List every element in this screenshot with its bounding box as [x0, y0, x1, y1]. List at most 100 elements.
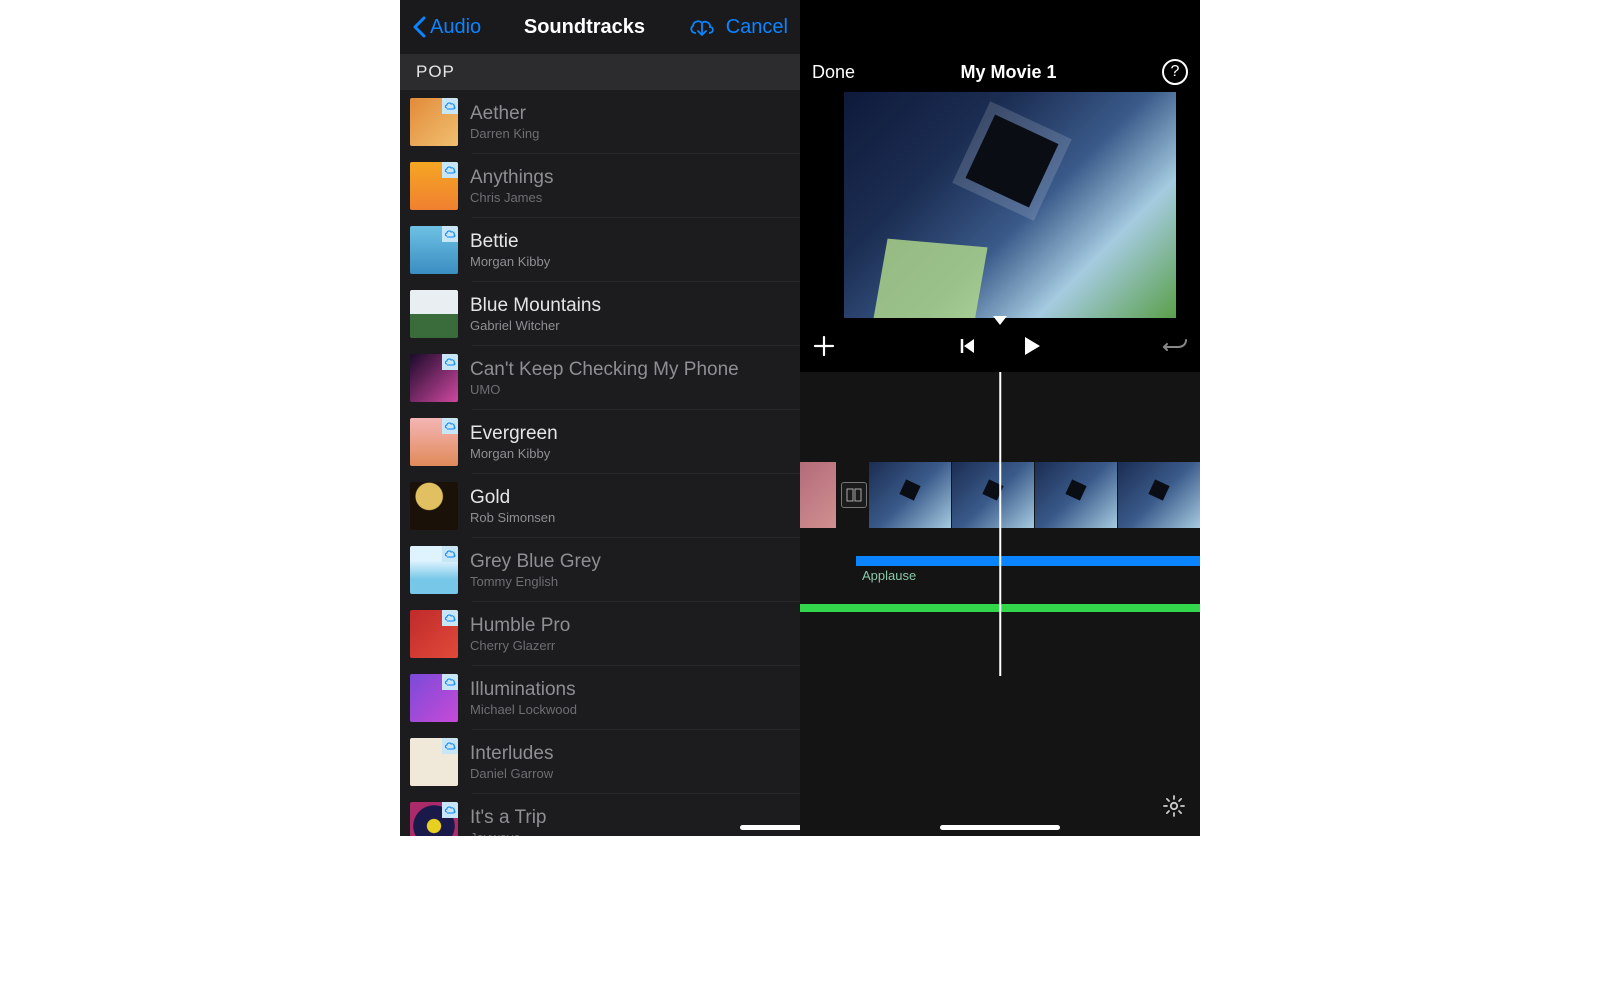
editor-toolbar — [800, 320, 1200, 372]
track-title: Interludes — [470, 743, 790, 766]
track-artist: Rob Simonsen — [470, 510, 790, 525]
track-row[interactable]: EvergreenMorgan Kibby — [400, 410, 800, 474]
track-title: Gold — [470, 487, 790, 510]
timeline[interactable]: Applause — [800, 372, 1200, 836]
track-artist: Morgan Kibby — [470, 254, 790, 269]
cloud-badge-icon — [442, 162, 458, 178]
track-artist: Cherry Glazerr — [470, 638, 790, 653]
help-icon: ? — [1171, 63, 1180, 81]
track-artist: Tommy English — [470, 574, 790, 589]
album-art — [410, 546, 458, 594]
section-header: POP — [400, 54, 800, 90]
playhead-marker[interactable] — [993, 316, 1007, 325]
track-meta: GoldRob Simonsen — [470, 487, 790, 526]
video-frame — [952, 462, 1034, 528]
playback-controls — [800, 336, 1200, 356]
track-meta: IlluminationsMichael Lockwood — [470, 679, 790, 718]
track-list[interactable]: AetherDarren King AnythingsChris James Bet… — [400, 90, 800, 836]
cloud-badge-icon — [442, 738, 458, 754]
home-indicator[interactable] — [940, 825, 1060, 830]
track-artist: Darren King — [470, 126, 790, 141]
home-indicator[interactable] — [740, 825, 800, 830]
transition-button[interactable] — [841, 482, 867, 508]
track-meta: Humble ProCherry Glazerr — [470, 615, 790, 654]
editor-header: Done My Movie 1 ? — [800, 54, 1200, 90]
cloud-badge-icon — [442, 354, 458, 370]
header-right-group: Cancel — [688, 16, 788, 39]
album-art — [410, 610, 458, 658]
track-title: Aether — [470, 103, 790, 126]
track-title: Bettie — [470, 231, 790, 254]
track-meta: It's a TripJoywave — [470, 807, 790, 836]
track-row[interactable]: BettieMorgan Kibby — [400, 218, 800, 282]
track-artist: Morgan Kibby — [470, 446, 790, 461]
album-art — [410, 418, 458, 466]
video-frame — [869, 462, 951, 528]
track-artist: Daniel Garrow — [470, 766, 790, 781]
video-clip[interactable] — [800, 462, 836, 528]
cloud-download-icon[interactable] — [688, 16, 716, 38]
track-meta: Blue MountainsGabriel Witcher — [470, 295, 790, 334]
album-art — [410, 98, 458, 146]
album-art — [410, 802, 458, 836]
track-row[interactable]: Humble ProCherry Glazerr — [400, 602, 800, 666]
track-title: Humble Pro — [470, 615, 790, 638]
audio-clip[interactable]: Applause — [856, 556, 1200, 566]
track-meta: Can't Keep Checking My PhoneUMO — [470, 359, 790, 398]
track-meta: AetherDarren King — [470, 103, 790, 142]
album-art — [410, 354, 458, 402]
track-title: Evergreen — [470, 423, 790, 446]
cloud-badge-icon — [442, 674, 458, 690]
cloud-badge-icon — [442, 546, 458, 562]
playhead-line[interactable] — [999, 372, 1001, 676]
movie-title: My Movie 1 — [855, 62, 1162, 83]
settings-button[interactable] — [1162, 794, 1186, 818]
track-row[interactable]: It's a TripJoywave — [400, 794, 800, 836]
audio-clip-label: Applause — [862, 568, 916, 583]
track-row[interactable]: AnythingsChris James — [400, 154, 800, 218]
album-art — [410, 738, 458, 786]
track-meta: BettieMorgan Kibby — [470, 231, 790, 270]
album-art — [410, 226, 458, 274]
chevron-left-icon — [412, 16, 426, 38]
cloud-badge-icon — [442, 610, 458, 626]
skip-start-button[interactable] — [959, 337, 977, 355]
track-meta: InterludesDaniel Garrow — [470, 743, 790, 782]
track-meta: EvergreenMorgan Kibby — [470, 423, 790, 462]
track-row[interactable]: InterludesDaniel Garrow — [400, 730, 800, 794]
play-button[interactable] — [1023, 336, 1041, 356]
back-label: Audio — [430, 16, 481, 39]
editor-panel: Done My Movie 1 ? — [800, 0, 1200, 836]
cloud-badge-icon — [442, 802, 458, 818]
track-row[interactable]: Can't Keep Checking My PhoneUMO — [400, 346, 800, 410]
track-title: Grey Blue Grey — [470, 551, 790, 574]
track-title: Anythings — [470, 167, 790, 190]
video-preview[interactable] — [844, 92, 1176, 318]
track-artist: UMO — [470, 382, 790, 397]
track-title: Illuminations — [470, 679, 790, 702]
track-meta: AnythingsChris James — [470, 167, 790, 206]
track-row[interactable]: IlluminationsMichael Lockwood — [400, 666, 800, 730]
album-art — [410, 674, 458, 722]
album-art — [410, 290, 458, 338]
track-artist: Chris James — [470, 190, 790, 205]
cancel-button[interactable]: Cancel — [726, 16, 788, 39]
track-meta: Grey Blue GreyTommy English — [470, 551, 790, 590]
video-clip-strip[interactable] — [869, 462, 1200, 528]
track-artist: Gabriel Witcher — [470, 318, 790, 333]
done-button[interactable]: Done — [812, 62, 855, 83]
track-artist: Michael Lockwood — [470, 702, 790, 717]
cloud-badge-icon — [442, 98, 458, 114]
track-row[interactable]: GoldRob Simonsen — [400, 474, 800, 538]
track-row[interactable]: AetherDarren King — [400, 90, 800, 154]
back-button[interactable]: Audio — [412, 16, 481, 39]
video-frame — [1035, 462, 1117, 528]
soundtracks-panel: Audio Soundtracks Cancel POP AetherDarre… — [400, 0, 800, 836]
track-row[interactable]: Blue MountainsGabriel Witcher — [400, 282, 800, 346]
track-artist: Joywave — [470, 830, 790, 836]
album-art — [410, 162, 458, 210]
page-title: Soundtracks — [481, 16, 688, 39]
help-button[interactable]: ? — [1162, 59, 1188, 85]
track-title: Blue Mountains — [470, 295, 790, 318]
track-row[interactable]: Grey Blue GreyTommy English — [400, 538, 800, 602]
